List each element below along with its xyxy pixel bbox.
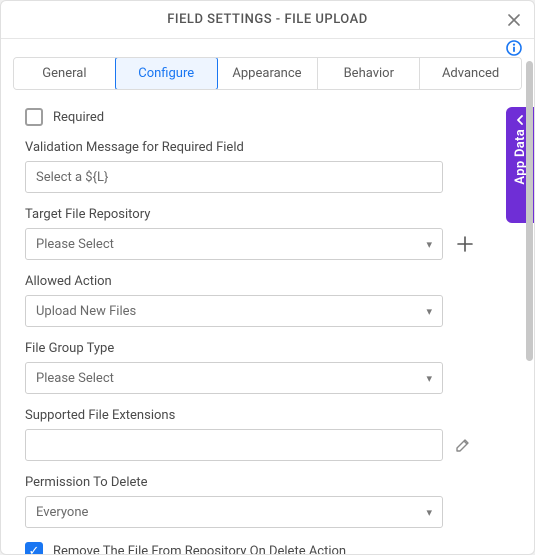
remove-on-delete-row: Remove The File From Repository On Delet… bbox=[25, 542, 510, 554]
field-settings-dialog: FIELD SETTINGS - FILE UPLOAD General Con… bbox=[0, 0, 535, 555]
remove-on-delete-label: Remove The File From Repository On Delet… bbox=[53, 544, 346, 555]
perm-delete-label: Permission To Delete bbox=[25, 475, 510, 490]
allowed-action-value: Upload New Files bbox=[36, 304, 136, 319]
add-repo-button[interactable] bbox=[455, 234, 475, 254]
perm-delete-value: Everyone bbox=[36, 505, 88, 520]
allowed-action-label: Allowed Action bbox=[25, 274, 510, 289]
scrollbar-track[interactable] bbox=[526, 61, 533, 361]
validation-msg-label: Validation Message for Required Field bbox=[25, 140, 510, 155]
tab-configure[interactable]: Configure bbox=[115, 57, 218, 90]
file-group-type-select[interactable]: Please Select ▾ bbox=[25, 362, 443, 394]
chevron-down-icon: ▾ bbox=[426, 238, 432, 251]
supported-ext-input[interactable] bbox=[25, 429, 443, 461]
file-group-type-value: Please Select bbox=[36, 371, 114, 386]
required-label: Required bbox=[53, 110, 104, 125]
pencil-icon bbox=[455, 437, 471, 453]
file-group-type-row: File Group Type Please Select ▾ bbox=[25, 341, 510, 394]
chevron-down-icon: ▾ bbox=[426, 372, 432, 385]
info-row bbox=[1, 39, 534, 57]
tab-behavior[interactable]: Behavior bbox=[318, 58, 420, 89]
configure-panel: Required Validation Message for Required… bbox=[1, 90, 534, 554]
tab-general[interactable]: General bbox=[14, 58, 116, 89]
dialog-title: FIELD SETTINGS - FILE UPLOAD bbox=[167, 12, 368, 27]
required-row: Required bbox=[25, 108, 510, 126]
tab-appearance[interactable]: Appearance bbox=[217, 58, 319, 89]
target-repo-select[interactable]: Please Select ▾ bbox=[25, 228, 443, 260]
plus-icon bbox=[457, 236, 473, 252]
chevron-down-icon: ▾ bbox=[426, 506, 432, 519]
dialog-titlebar: FIELD SETTINGS - FILE UPLOAD bbox=[1, 1, 534, 39]
edit-extensions-button[interactable] bbox=[455, 437, 471, 453]
perm-delete-row: Permission To Delete Everyone ▾ bbox=[25, 475, 510, 528]
chevron-left-icon bbox=[515, 115, 525, 125]
file-group-type-label: File Group Type bbox=[25, 341, 510, 356]
remove-on-delete-checkbox[interactable] bbox=[25, 542, 43, 554]
allowed-action-row: Allowed Action Upload New Files ▾ bbox=[25, 274, 510, 327]
target-repo-row: Target File Repository Please Select ▾ bbox=[25, 207, 510, 260]
supported-ext-label: Supported File Extensions bbox=[25, 408, 510, 423]
chevron-down-icon: ▾ bbox=[426, 305, 432, 318]
validation-msg-input[interactable]: Select a ${L} bbox=[25, 161, 443, 193]
target-repo-value: Please Select bbox=[36, 237, 114, 252]
supported-ext-row: Supported File Extensions bbox=[25, 408, 510, 461]
info-icon[interactable] bbox=[506, 40, 522, 56]
allowed-action-select[interactable]: Upload New Files ▾ bbox=[25, 295, 443, 327]
validation-msg-value: Select a ${L} bbox=[36, 170, 108, 185]
close-button[interactable] bbox=[504, 10, 524, 30]
tab-bar: General Configure Appearance Behavior Ad… bbox=[13, 57, 522, 90]
validation-msg-row: Validation Message for Required Field Se… bbox=[25, 140, 510, 193]
target-repo-label: Target File Repository bbox=[25, 207, 510, 222]
tab-advanced[interactable]: Advanced bbox=[420, 58, 521, 89]
close-icon bbox=[507, 13, 521, 27]
required-checkbox[interactable] bbox=[25, 108, 43, 126]
scrollbar-thumb[interactable] bbox=[526, 61, 533, 361]
perm-delete-select[interactable]: Everyone ▾ bbox=[25, 496, 443, 528]
